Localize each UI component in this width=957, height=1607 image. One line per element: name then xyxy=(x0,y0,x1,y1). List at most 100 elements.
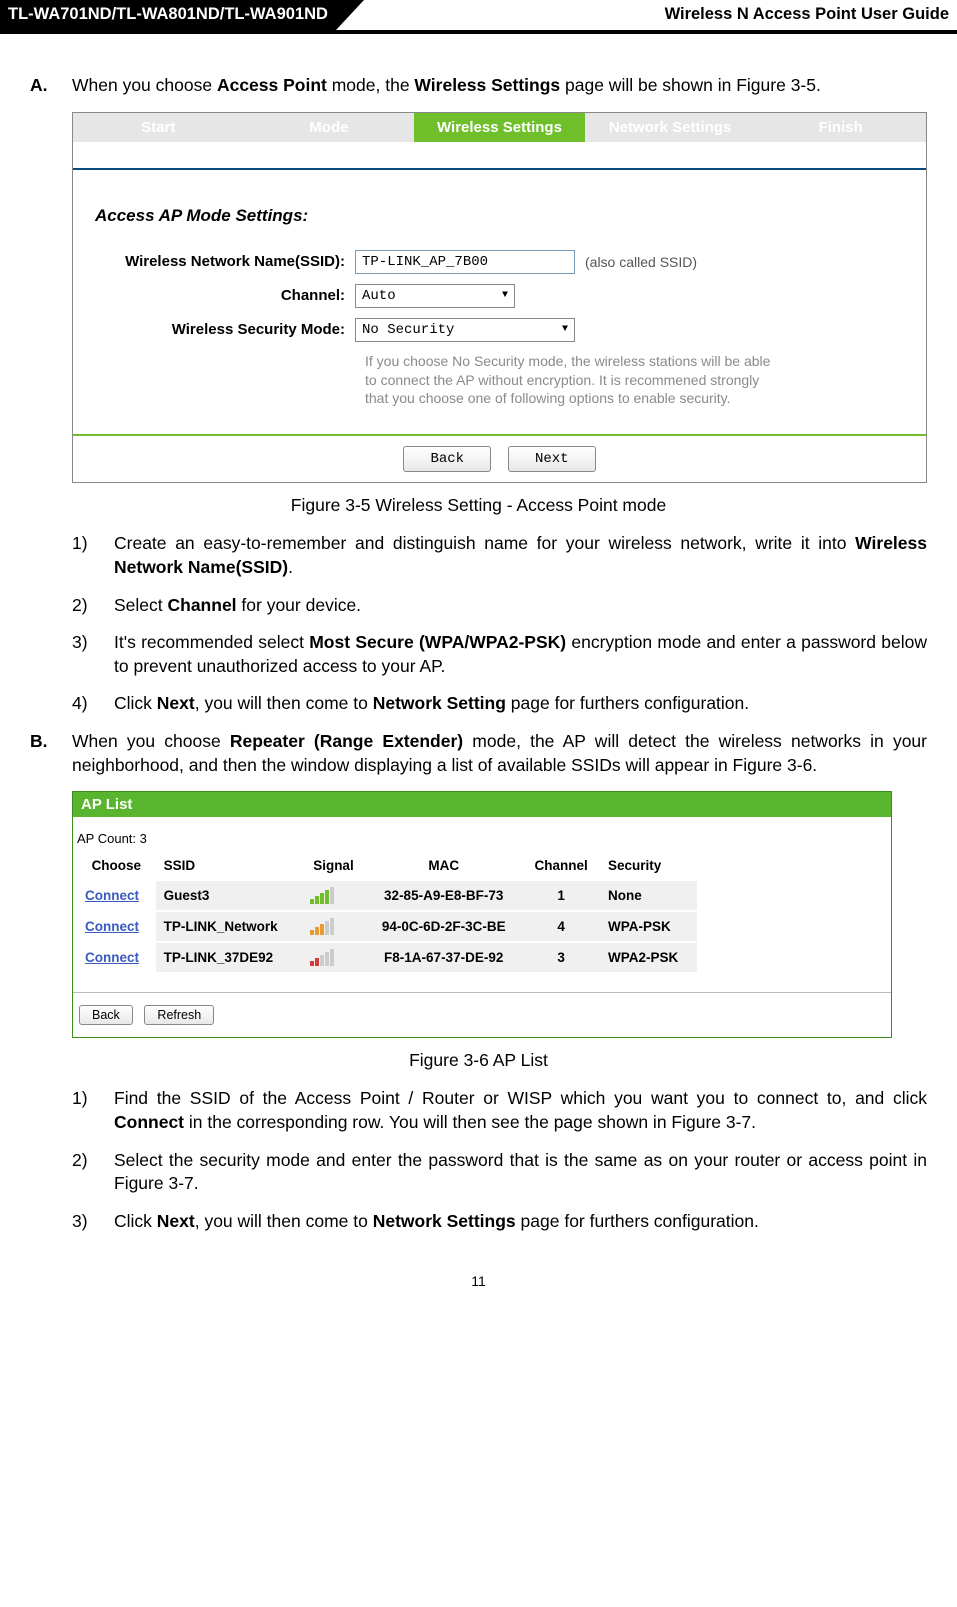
security-value: No Security xyxy=(362,322,454,338)
list-b-1-bold: Connect xyxy=(114,1112,184,1132)
wizard-buttons: Back Next xyxy=(73,434,926,482)
list-a-4-body: Click Next, you will then come to Networ… xyxy=(114,692,927,716)
figure-3-6-caption: Figure 3-6 AP List xyxy=(30,1050,927,1071)
list-a-1: 1)Create an easy-to-remember and disting… xyxy=(72,532,927,579)
ap-mac-2: F8-1A-67-37-DE-92 xyxy=(365,942,522,973)
list-b-2: 2)Select the security mode and enter the… xyxy=(72,1149,927,1196)
section-a-post: page will be shown in Figure 3-5. xyxy=(560,75,821,95)
col-mac: MAC xyxy=(365,852,522,880)
list-b-1: 1)Find the SSID of the Access Point / Ro… xyxy=(72,1087,927,1134)
section-a-bold1: Access Point xyxy=(217,75,327,95)
channel-value: Auto xyxy=(362,288,396,304)
list-b-2-body: Select the security mode and enter the p… xyxy=(114,1149,927,1196)
list-b-3-marker: 3) xyxy=(72,1210,114,1234)
list-a-3-body: It's recommended select Most Secure (WPA… xyxy=(114,631,927,678)
col-channel: Channel xyxy=(522,852,600,880)
col-security: Security xyxy=(600,852,697,880)
col-signal: Signal xyxy=(302,852,365,880)
next-button[interactable]: Next xyxy=(508,446,596,472)
ap-row-0: Connect Guest3 32-85-A9-E8-BF-73 1 None xyxy=(77,880,697,911)
list-a-4-pre: Click xyxy=(114,693,157,713)
list-b-3: 3)Click Next, you will then come to Netw… xyxy=(72,1210,927,1234)
list-a-4-b2: Network Setting xyxy=(373,693,506,713)
list-a-2-bold: Channel xyxy=(168,595,237,615)
figure-3-5-caption: Figure 3-5 Wireless Setting - Access Poi… xyxy=(30,495,927,516)
ap-count: AP Count: 3 xyxy=(73,825,891,852)
ap-list-title: AP List xyxy=(73,792,891,817)
step-mode: Mode xyxy=(244,113,415,142)
ap-ssid-2: TP-LINK_37DE92 xyxy=(156,942,302,973)
ap-list-header-row: Choose SSID Signal MAC Channel Security xyxy=(77,852,697,880)
header-bar: TL-WA701ND/TL-WA801ND/TL-WA901ND Wireles… xyxy=(0,0,957,30)
security-label: Wireless Security Mode: xyxy=(95,321,355,338)
list-a-2-marker: 2) xyxy=(72,594,114,618)
ap-mac-0: 32-85-A9-E8-BF-73 xyxy=(365,880,522,911)
channel-label: Channel: xyxy=(95,287,355,304)
list-a-1-pre: Create an easy-to-remember and distingui… xyxy=(114,533,855,553)
figure-3-6: AP List AP Count: 3 Choose SSID Signal M… xyxy=(72,791,892,1038)
list-a-3: 3)It's recommended select Most Secure (W… xyxy=(72,631,927,678)
ssid-label: Wireless Network Name(SSID): xyxy=(95,253,355,270)
figure-3-5: Start Mode Wireless Settings Network Set… xyxy=(72,112,927,484)
header-title: Wireless N Access Point User Guide xyxy=(364,0,957,30)
security-row: Wireless Security Mode: No Security ▼ xyxy=(95,318,904,342)
page-body: A.When you choose Access Point mode, the… xyxy=(0,34,957,1309)
section-b-intro: B.When you choose Repeater (Range Extend… xyxy=(30,730,927,777)
section-b-pre: When you choose xyxy=(72,731,230,751)
signal-icon-1 xyxy=(302,911,365,942)
refresh-button[interactable]: Refresh xyxy=(144,1005,214,1025)
list-a-4-post: page for furthers configuration. xyxy=(506,693,749,713)
step-network: Network Settings xyxy=(585,113,756,142)
list-a-2: 2)Select Channel for your device. xyxy=(72,594,927,618)
chevron-down-icon: ▼ xyxy=(502,290,508,301)
section-b-bold: Repeater (Range Extender) xyxy=(230,731,463,751)
signal-icon-2 xyxy=(302,942,365,973)
ap-row-1: Connect TP-LINK_Network 94-0C-6D-2F-3C-B… xyxy=(77,911,697,942)
chevron-down-icon: ▼ xyxy=(562,324,568,335)
list-b-3-post: page for furthers configuration. xyxy=(516,1211,759,1231)
section-a-mid: mode, the xyxy=(327,75,415,95)
connect-link-2[interactable]: Connect xyxy=(77,942,156,973)
list-a-3-pre: It's recommended select xyxy=(114,632,309,652)
channel-select[interactable]: Auto ▼ xyxy=(355,284,515,308)
ssid-input[interactable]: TP-LINK_AP_7B00 xyxy=(355,250,575,274)
connect-link-0[interactable]: Connect xyxy=(77,880,156,911)
list-b-1-post: in the corresponding row. You will then … xyxy=(184,1112,756,1132)
section-a-pre: When you choose xyxy=(72,75,217,95)
ap-list-body: AP Count: 3 Choose SSID Signal MAC Chann… xyxy=(73,817,891,1037)
ap-security-0: None xyxy=(600,880,697,911)
col-choose: Choose xyxy=(77,852,156,880)
ap-list-footer: Back Refresh xyxy=(73,992,891,1027)
list-a-4-mid: , you will then come to xyxy=(195,693,373,713)
list-b-1-marker: 1) xyxy=(72,1087,114,1111)
list-a-1-body: Create an easy-to-remember and distingui… xyxy=(114,532,927,579)
page-number: 11 xyxy=(30,1273,927,1289)
step-wireless: Wireless Settings xyxy=(414,113,585,142)
ap-channel-1: 4 xyxy=(522,911,600,942)
list-b-3-pre: Click xyxy=(114,1211,157,1231)
ap-ssid-1: TP-LINK_Network xyxy=(156,911,302,942)
channel-row: Channel: Auto ▼ xyxy=(95,284,904,308)
ssid-row: Wireless Network Name(SSID): TP-LINK_AP_… xyxy=(95,250,904,274)
back-button[interactable]: Back xyxy=(79,1005,133,1025)
ap-list-table: Choose SSID Signal MAC Channel Security … xyxy=(77,852,697,974)
figure-3-5-body: Access AP Mode Settings: Wireless Networ… xyxy=(73,170,926,417)
step-finish: Finish xyxy=(755,113,926,142)
section-a-bold2: Wireless Settings xyxy=(414,75,560,95)
list-a-4-marker: 4) xyxy=(72,692,114,716)
list-a-1-post: . xyxy=(288,557,293,577)
ap-ssid-0: Guest3 xyxy=(156,880,302,911)
ap-mode-title: Access AP Mode Settings: xyxy=(95,206,904,226)
list-a-2-pre: Select xyxy=(114,595,168,615)
ap-channel-0: 1 xyxy=(522,880,600,911)
back-button[interactable]: Back xyxy=(403,446,491,472)
section-a-intro: A.When you choose Access Point mode, the… xyxy=(30,74,927,98)
security-select[interactable]: No Security ▼ xyxy=(355,318,575,342)
list-b-3-b1: Next xyxy=(157,1211,195,1231)
connect-link-1[interactable]: Connect xyxy=(77,911,156,942)
list-b-2-marker: 2) xyxy=(72,1149,114,1173)
list-b-1-pre: Find the SSID of the Access Point / Rout… xyxy=(114,1088,927,1108)
list-a-3-bold: Most Secure (WPA/WPA2-PSK) xyxy=(309,632,566,652)
section-a-marker: A. xyxy=(30,74,72,98)
col-ssid: SSID xyxy=(156,852,302,880)
